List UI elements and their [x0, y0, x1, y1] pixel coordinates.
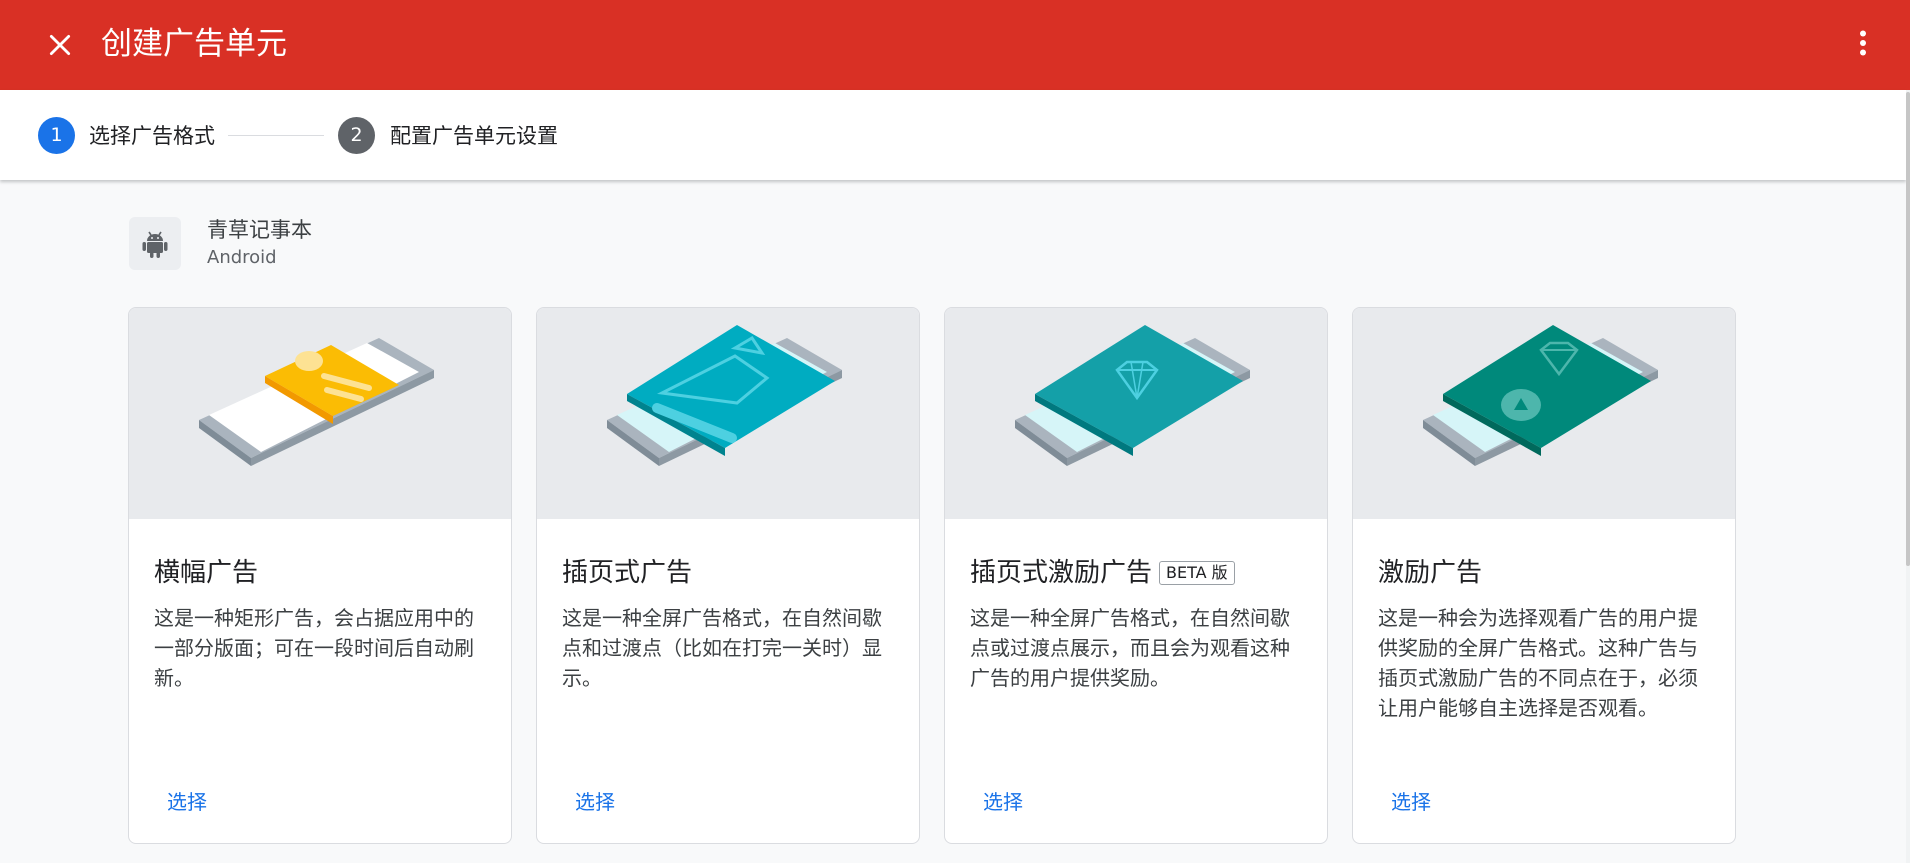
close-icon [49, 34, 71, 56]
app-platform: Android [207, 247, 277, 268]
select-interstitial-button[interactable]: 选择 [575, 788, 615, 816]
stepper: 1 选择广告格式 2 配置广告单元设置 [0, 90, 1906, 180]
step-1-number: 1 [38, 117, 75, 154]
card-description: 这是一种会为选择观看广告的用户提供奖励的全屏广告格式。这种广告与插页式激励广告的… [1378, 606, 1698, 720]
card-title: 激励广告 [1378, 558, 1483, 588]
close-button[interactable] [40, 25, 80, 65]
app-name: 青草记事本 [207, 218, 312, 242]
ad-format-card-banner[interactable]: 横幅广告 这是一种矩形广告，会占据应用中的一部分版面；可在一段时间后自动刷新。 … [128, 307, 512, 844]
step-2-label: 配置广告单元设置 [390, 124, 558, 148]
more-options-button[interactable] [1846, 23, 1880, 63]
rewarded-interstitial-illustration [945, 308, 1327, 519]
page-title: 创建广告单元 [101, 26, 287, 62]
banner-ad-illustration [129, 308, 511, 519]
card-title: 插页式广告 [562, 558, 693, 588]
top-app-bar: 创建广告单元 [0, 0, 1910, 90]
card-description: 这是一种全屏广告格式，在自然间歇点或过渡点展示，而且会为观看这种广告的用户提供奖… [970, 606, 1290, 690]
step-connector [228, 135, 324, 136]
beta-badge: BETA 版 [1159, 561, 1235, 585]
ad-format-card-rewarded[interactable]: 激励广告 这是一种会为选择观看广告的用户提供奖励的全屏广告格式。这种广告与插页式… [1352, 307, 1736, 844]
select-rewarded-interstitial-button[interactable]: 选择 [983, 788, 1023, 816]
card-description: 这是一种矩形广告，会占据应用中的一部分版面；可在一段时间后自动刷新。 [154, 606, 474, 690]
select-banner-button[interactable]: 选择 [167, 788, 207, 816]
ad-format-card-interstitial[interactable]: 插页式广告 这是一种全屏广告格式，在自然间歇点和过渡点（比如在打完一关时）显示。… [536, 307, 920, 844]
step-1-label[interactable]: 选择广告格式 [89, 121, 215, 151]
more-vert-icon [1860, 30, 1866, 56]
select-rewarded-button[interactable]: 选择 [1391, 788, 1431, 816]
card-description: 这是一种全屏广告格式，在自然间歇点和过渡点（比如在打完一关时）显示。 [562, 606, 882, 690]
interstitial-ad-illustration [537, 308, 919, 519]
card-title: 横幅广告 [154, 558, 259, 588]
step-2-number: 2 [338, 117, 375, 154]
ad-format-card-rewarded-interstitial[interactable]: 插页式激励广告 BETA 版 这是一种全屏广告格式，在自然间歇点或过渡点展示，而… [944, 307, 1328, 844]
android-icon [129, 217, 181, 270]
rewarded-ad-illustration [1353, 308, 1735, 519]
scrollbar-thumb[interactable] [1906, 92, 1910, 566]
card-title: 插页式激励广告 BETA 版 [970, 555, 1235, 591]
